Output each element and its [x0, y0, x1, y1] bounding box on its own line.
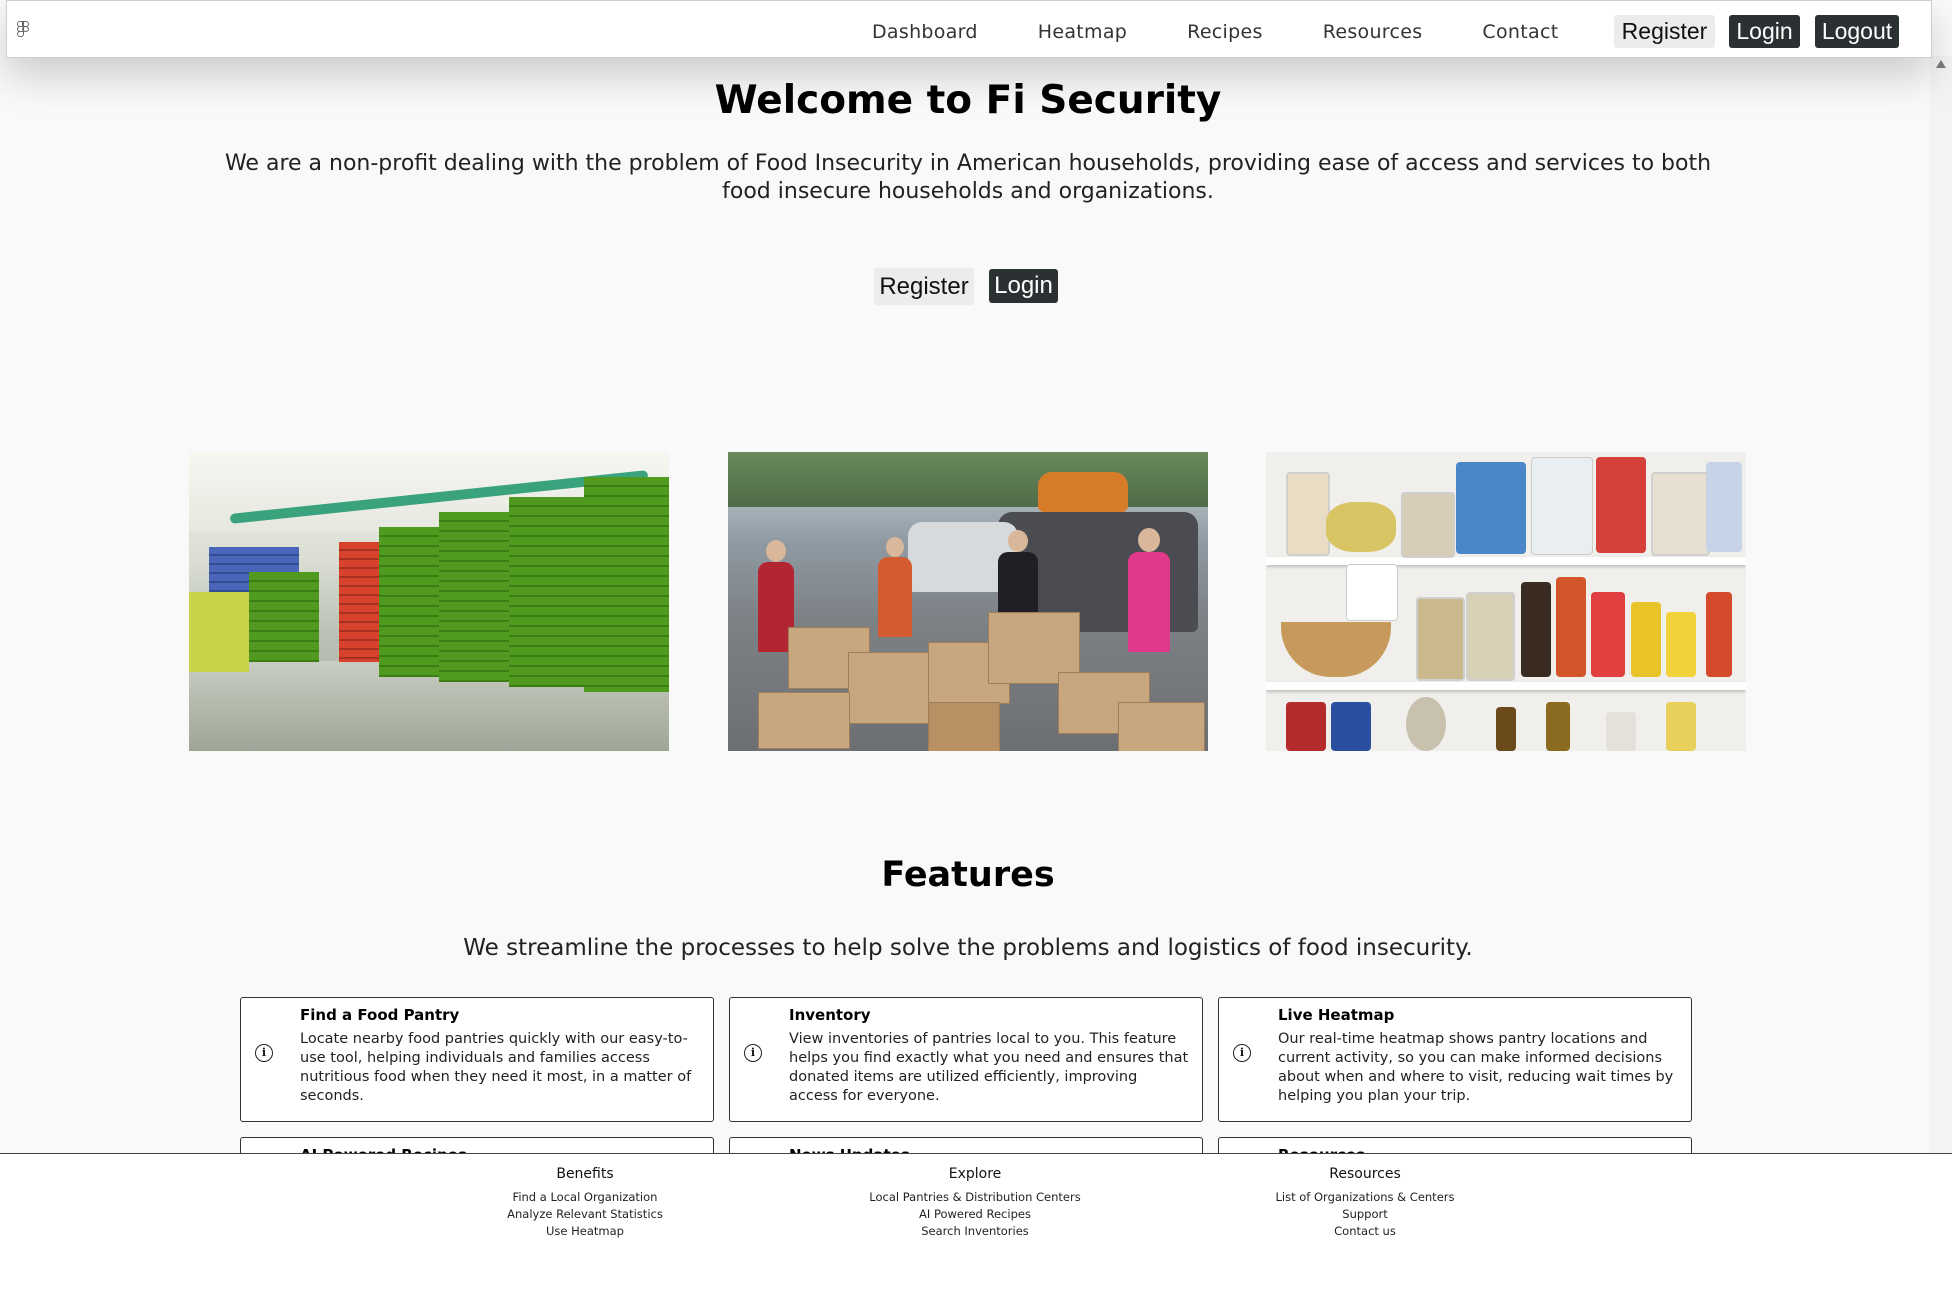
feature-card-body: Locate nearby food pantries quickly with…	[300, 1031, 692, 1104]
hero-register-button[interactable]: Register	[874, 268, 974, 305]
feature-card-body: View inventories of pantries local to yo…	[789, 1031, 1189, 1104]
hero-title: Welcome to Fi Security	[714, 78, 1222, 123]
hero-subtitle: We are a non-profit dealing with the pro…	[224, 151, 1712, 204]
pantry-shelves-photo	[1266, 452, 1746, 751]
feature-card-title: Inventory	[789, 1006, 871, 1024]
nav-login-button[interactable]: Login	[1729, 15, 1800, 48]
nav-register-button[interactable]: Register	[1614, 15, 1715, 48]
footer-link[interactable]: Contact us	[1215, 1223, 1515, 1240]
scroll-up-arrow-icon[interactable]	[1936, 60, 1946, 68]
feature-card-live-heatmap[interactable]: i Live Heatmap Our real-time heatmap sho…	[1218, 997, 1692, 1122]
footer-link[interactable]: Use Heatmap	[435, 1223, 735, 1240]
footer-link[interactable]: Search Inventories	[825, 1223, 1125, 1240]
top-navbar: Dashboard Heatmap Recipes Resources Cont…	[6, 0, 1932, 58]
nav-link-resources[interactable]: Resources	[1323, 21, 1423, 43]
feature-card-title: Find a Food Pantry	[300, 1006, 460, 1024]
feature-card-find-pantry[interactable]: i Find a Food Pantry Locate nearby food …	[240, 997, 714, 1122]
nav-logout-button[interactable]: Logout	[1815, 15, 1899, 48]
features-title: Features	[881, 855, 1055, 895]
feature-card-inventory[interactable]: i Inventory View inventories of pantries…	[729, 997, 1203, 1122]
page-scrollbar[interactable]	[1930, 56, 1952, 1156]
info-icon: i	[744, 1044, 762, 1062]
footer-link[interactable]: Find a Local Organization	[435, 1189, 735, 1206]
info-icon: i	[1233, 1044, 1251, 1062]
feature-card-body: Our real-time heatmap shows pantry locat…	[1278, 1031, 1674, 1104]
food-distribution-photo	[728, 452, 1208, 751]
nav-link-dashboard[interactable]: Dashboard	[872, 21, 978, 43]
figma-logo-icon[interactable]	[17, 21, 31, 37]
warehouse-photo	[189, 452, 669, 751]
nav-link-recipes[interactable]: Recipes	[1187, 21, 1263, 43]
footer-column-resources: Resources List of Organizations & Center…	[1215, 1166, 1515, 1240]
footer: Benefits Find a Local Organization Analy…	[0, 1153, 1952, 1305]
hero-login-button[interactable]: Login	[989, 269, 1058, 303]
footer-link[interactable]: Local Pantries & Distribution Centers	[825, 1189, 1125, 1206]
footer-link[interactable]: Support	[1215, 1206, 1515, 1223]
nav-link-contact[interactable]: Contact	[1482, 21, 1558, 43]
info-icon: i	[255, 1044, 273, 1062]
footer-link[interactable]: List of Organizations & Centers	[1215, 1189, 1515, 1206]
nav-links: Dashboard Heatmap Recipes Resources Cont…	[872, 21, 1618, 43]
footer-heading: Resources	[1329, 1166, 1401, 1182]
footer-heading: Benefits	[556, 1166, 614, 1182]
footer-link[interactable]: AI Powered Recipes	[825, 1206, 1125, 1223]
footer-column-benefits: Benefits Find a Local Organization Analy…	[435, 1166, 735, 1240]
features-subtitle: We streamline the processes to help solv…	[463, 935, 1473, 961]
footer-column-explore: Explore Local Pantries & Distribution Ce…	[825, 1166, 1125, 1240]
feature-card-title: Live Heatmap	[1278, 1006, 1395, 1024]
footer-link[interactable]: Analyze Relevant Statistics	[435, 1206, 735, 1223]
nav-link-heatmap[interactable]: Heatmap	[1038, 21, 1127, 43]
footer-heading: Explore	[948, 1166, 1002, 1182]
